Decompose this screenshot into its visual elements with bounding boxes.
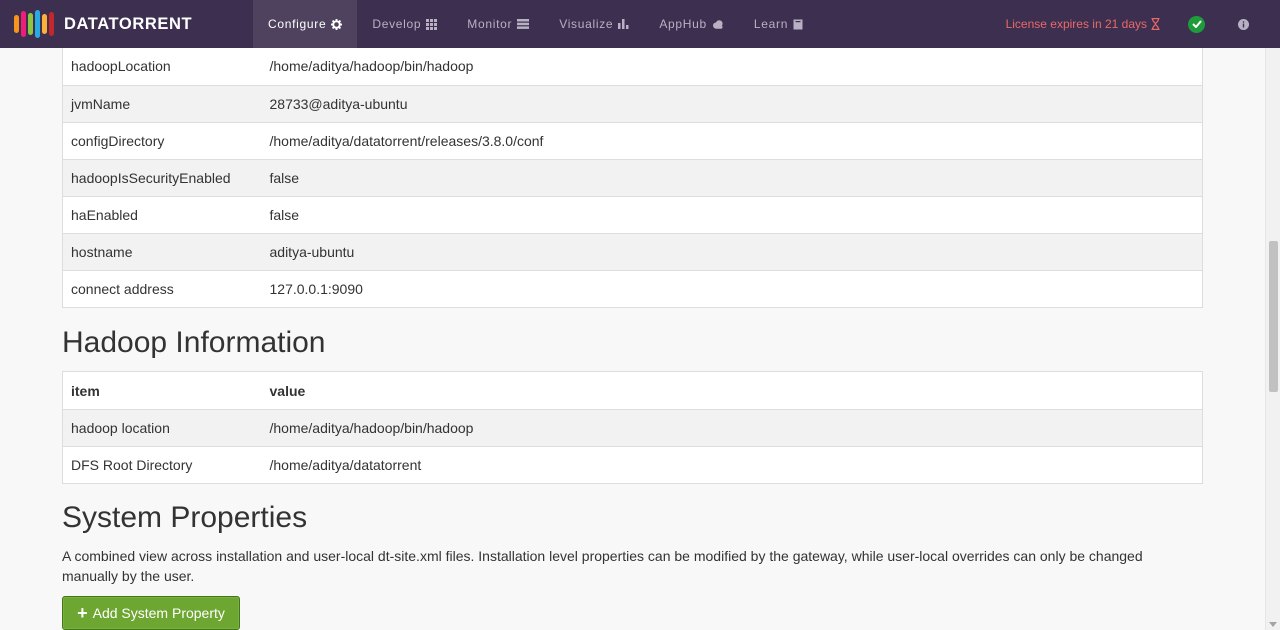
row-value: /home/aditya/hadoop/bin/hadoop <box>261 409 1203 447</box>
add-system-property-button[interactable]: + Add System Property <box>62 596 240 630</box>
table-row: configDirectory/home/aditya/datatorrent/… <box>62 121 1203 160</box>
system-properties-heading: System Properties <box>62 501 308 534</box>
logo-bar <box>49 12 54 36</box>
book-icon <box>793 19 803 30</box>
nav-label: Learn <box>753 17 789 31</box>
nav-visualize[interactable]: Visualize <box>544 0 644 48</box>
table-row: connect address 127.0.0.1:9090 <box>62 269 1203 308</box>
nav-learn[interactable]: Learn <box>739 0 818 48</box>
bar-chart-icon <box>618 19 629 29</box>
check-circle-icon[interactable] <box>1188 15 1205 33</box>
cloud-icon <box>712 19 724 29</box>
top-navbar: DATATORRENT Configure Develop Monitor Vi… <box>0 0 1280 48</box>
table-row: hostname aditya-ubuntu <box>62 232 1203 271</box>
row-key: hostname <box>62 232 262 271</box>
brand-name: DATATORRENT <box>64 14 193 33</box>
hourglass-icon <box>1151 18 1160 30</box>
gateway-info-table: hadoopLocation/home/aditya/hadoop/bin/ha… <box>62 48 1203 308</box>
row-value: 127.0.0.1:9090 <box>261 269 1203 308</box>
nav-configure[interactable]: Configure <box>253 0 358 48</box>
nav-label: Develop <box>372 17 422 31</box>
row-value: false <box>261 158 1203 197</box>
table-row: hadoop location/home/aditya/hadoop/bin/h… <box>62 409 1203 447</box>
logo-bar <box>21 11 26 37</box>
logo-bar <box>42 14 47 34</box>
gear-icon <box>331 18 343 30</box>
license-expiry-link[interactable]: License expires in 21 days <box>1006 17 1160 31</box>
grid-icon <box>426 18 438 30</box>
main-nav: Configure Develop Monitor Visualize AppH… <box>253 0 818 48</box>
nav-develop[interactable]: Develop <box>357 0 452 48</box>
hadoop-info-table: item value hadoop location/home/aditya/h… <box>62 371 1203 484</box>
page-scrollbar[interactable] <box>1265 48 1280 630</box>
row-key: configDirectory <box>62 121 262 160</box>
table-row: hadoopLocation/home/aditya/hadoop/bin/ha… <box>62 48 1203 86</box>
row-value: /home/aditya/datatorrent <box>261 446 1203 484</box>
scrollbar-thumb[interactable] <box>1269 241 1278 392</box>
row-key: hadoopIsSecurityEnabled <box>62 158 262 197</box>
nav-label: Configure <box>268 17 327 31</box>
table-row: jvmName 28733@aditya-ubuntu <box>62 84 1203 123</box>
logo-bar <box>35 10 40 38</box>
column-header-item: item <box>62 371 262 410</box>
table-header-row: item value <box>62 371 1203 410</box>
info-icon[interactable] <box>1238 18 1249 30</box>
brand[interactable]: DATATORRENT <box>0 0 253 48</box>
row-value: /home/aditya/datatorrent/releases/3.8.0/… <box>261 121 1203 160</box>
nav-label: Visualize <box>559 17 614 31</box>
column-header-value: value <box>261 371 1203 410</box>
row-value: 28733@aditya-ubuntu <box>261 84 1203 123</box>
logo-bar <box>28 13 33 35</box>
nav-label: AppHub <box>659 17 707 31</box>
row-key: haEnabled <box>62 195 262 234</box>
nav-apphub[interactable]: AppHub <box>644 0 739 48</box>
row-key: jvmName <box>62 84 262 123</box>
row-value: false <box>261 195 1203 234</box>
table-row: haEnabled false <box>62 195 1203 234</box>
nav-label: Monitor <box>467 17 513 31</box>
add-system-property-label: Add System Property <box>92 605 225 621</box>
row-key: hadoopLocation <box>62 48 262 86</box>
hadoop-information-heading: Hadoop Information <box>62 326 326 359</box>
server-icon <box>517 19 530 29</box>
row-value: /home/aditya/hadoop/bin/hadoop <box>261 48 1203 86</box>
table-row: DFS Root Directory/home/aditya/datatorre… <box>62 446 1203 484</box>
logo-bar <box>14 15 19 33</box>
scroll-down-arrow-icon[interactable] <box>1269 622 1277 627</box>
system-properties-description: A combined view across installation and … <box>62 548 1143 584</box>
row-value: aditya-ubuntu <box>261 232 1203 271</box>
navbar-right: License expires in 21 days <box>1006 0 1280 48</box>
license-text: License expires in 21 days <box>1005 17 1147 31</box>
row-key: connect address <box>62 269 262 308</box>
datatorrent-logo-icon <box>14 10 54 38</box>
nav-monitor[interactable]: Monitor <box>452 0 544 48</box>
plus-icon: + <box>77 603 88 623</box>
row-key: DFS Root Directory <box>62 446 262 484</box>
row-key: hadoop location <box>62 409 262 447</box>
table-row: hadoopIsSecurityEnabled false <box>62 158 1203 197</box>
